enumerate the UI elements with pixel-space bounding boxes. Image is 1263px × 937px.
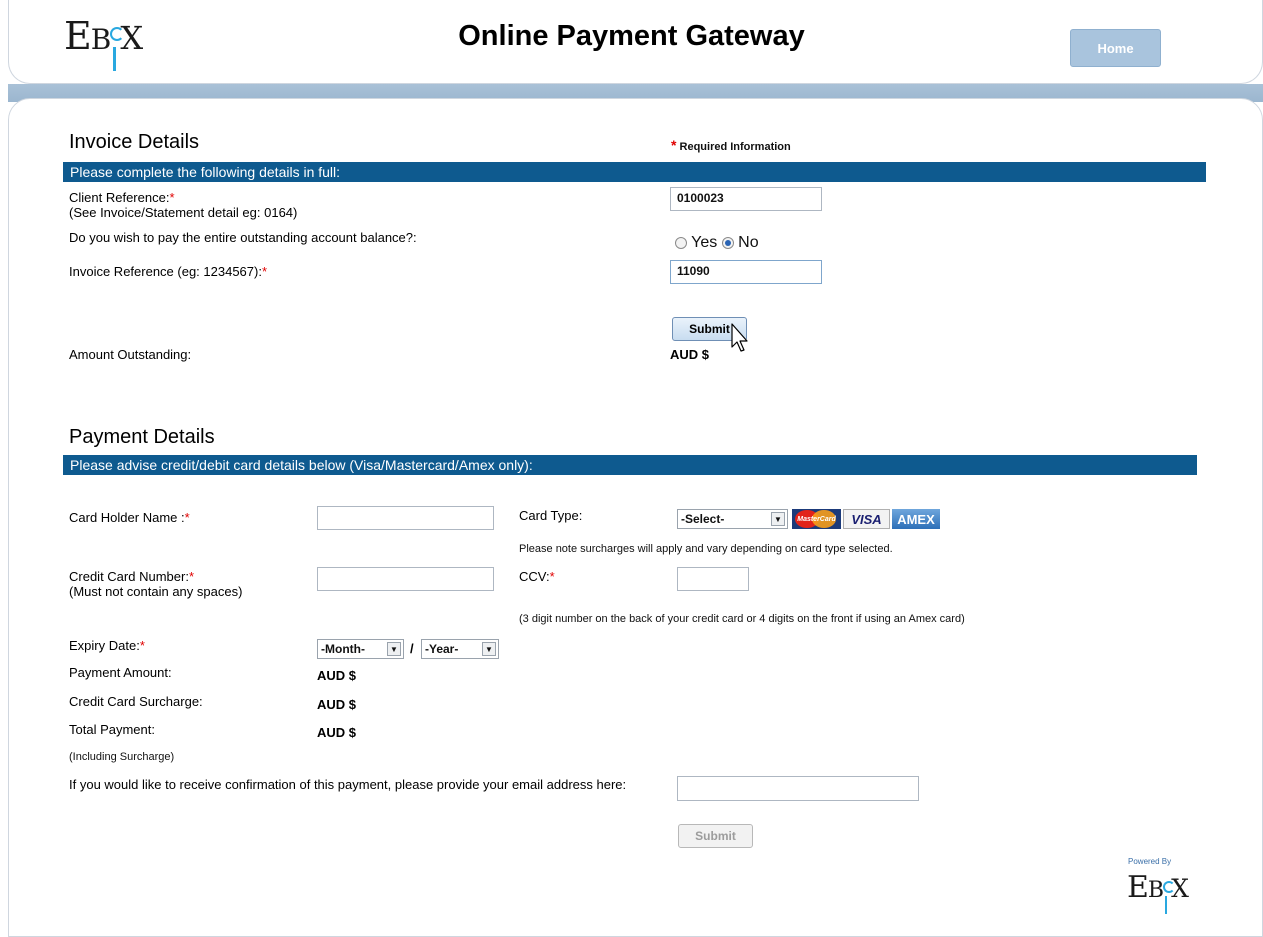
amex-logo: AMEX <box>892 509 940 529</box>
footer-logo-letters: EB X <box>1127 870 1189 914</box>
cc-number-label-block: Credit Card Number:* (Must not contain a… <box>69 569 242 599</box>
mastercard-logo: MasterCard <box>792 509 841 529</box>
mastercard-text: MasterCard <box>797 515 836 523</box>
total-value: AUD $ <box>317 725 357 740</box>
surcharge-note: Please note surcharges will apply and va… <box>519 543 893 555</box>
payment-bar: Please advise credit/debit card details … <box>63 455 1197 475</box>
ccv-required: * <box>549 569 555 584</box>
expiry-year-selected: -Year- <box>425 642 459 656</box>
expiry-separator: / <box>410 641 414 656</box>
total-hint: (Including Surcharge) <box>69 751 175 763</box>
cc-number-input[interactable] <box>317 567 494 591</box>
client-ref-label: Client Reference: <box>69 190 170 205</box>
home-button[interactable]: Home <box>1070 29 1161 67</box>
expiry-month-selected: -Month- <box>321 642 365 656</box>
invoice-ref-required: * <box>261 264 268 279</box>
pay-entire-label: Do you wish to pay the entire outstandin… <box>69 230 417 245</box>
yes-label: Yes <box>691 234 718 251</box>
surcharge-label: Credit Card Surcharge: <box>69 694 203 709</box>
expiry-month-select[interactable]: -Month- ▼ <box>317 639 404 659</box>
cc-number-label: Credit Card Number: <box>69 569 189 584</box>
month-dropdown-icon[interactable]: ▼ <box>387 642 401 656</box>
total-label: Total Payment: <box>69 722 155 737</box>
card-type-label: Card Type: <box>519 508 583 523</box>
powered-by-text: Powered By <box>1128 857 1172 866</box>
content-panel <box>8 98 1263 937</box>
visa-logo: VISA <box>843 509 890 529</box>
ccv-hint: (3 digit number on the back of your cred… <box>519 613 965 625</box>
required-note-text: Required Information <box>679 141 791 153</box>
year-dropdown-icon[interactable]: ▼ <box>482 642 496 656</box>
email-label: If you would like to receive confirmatio… <box>69 777 627 792</box>
no-radio[interactable] <box>721 236 734 249</box>
visa-text: VISA <box>851 511 882 527</box>
invoice-ref-label-block: Invoice Reference (eg: 1234567):* <box>69 264 267 279</box>
card-type-dropdown-icon[interactable]: ▼ <box>771 512 785 526</box>
holder-label-block: Card Holder Name :* <box>69 510 190 525</box>
ccv-label: CCV: <box>519 569 550 584</box>
no-label: No <box>738 234 759 251</box>
holder-input[interactable] <box>317 506 494 530</box>
amount-outstanding-value: AUD $ <box>670 347 710 362</box>
mouse-cursor-icon <box>731 323 748 352</box>
client-ref-required: * <box>169 190 175 205</box>
card-type-select[interactable]: -Select- ▼ <box>677 509 788 529</box>
email-input[interactable] <box>677 776 919 801</box>
cc-number-hint: (Must not contain any spaces) <box>69 584 243 599</box>
payment-section-title: Payment Details <box>69 426 215 448</box>
expiry-label: Expiry Date: <box>69 638 140 653</box>
yes-radio[interactable] <box>675 236 687 249</box>
required-note: * Required Information <box>671 137 791 153</box>
invoice-ref-input[interactable]: 11090 <box>670 260 822 284</box>
invoice-section-title: Invoice Details <box>69 131 200 153</box>
amex-text: AMEX <box>897 511 935 527</box>
required-asterisk: * <box>671 137 677 153</box>
ccv-label-block: CCV:* <box>519 569 555 584</box>
client-ref-hint: (See Invoice/Statement detail eg: 0164) <box>69 205 298 220</box>
payment-submit-button[interactable]: Submit <box>678 824 753 848</box>
holder-label: Card Holder Name : <box>69 510 185 525</box>
invoice-bar: Please complete the following details in… <box>63 162 1206 182</box>
invoice-ref-label: Invoice Reference (eg: 1234567): <box>69 264 262 279</box>
client-ref-label-block: Client Reference:* (See Invoice/Statemen… <box>69 190 297 220</box>
expiry-label-block: Expiry Date:* <box>69 638 145 653</box>
pay-entire-options: Yes No <box>675 234 759 252</box>
card-type-selected: -Select- <box>681 512 725 526</box>
client-ref-input[interactable]: 0100023 <box>670 187 822 211</box>
payment-amount-label: Payment Amount: <box>69 665 172 680</box>
expiry-year-select[interactable]: -Year- ▼ <box>421 639 499 659</box>
expiry-required: * <box>139 638 145 653</box>
ccv-input[interactable] <box>677 567 749 591</box>
holder-required: * <box>184 510 190 525</box>
surcharge-value: AUD $ <box>317 697 357 712</box>
payment-amount-value: AUD $ <box>317 668 357 683</box>
cc-number-required: * <box>188 569 194 584</box>
amount-outstanding-label: Amount Outstanding: <box>69 347 192 362</box>
